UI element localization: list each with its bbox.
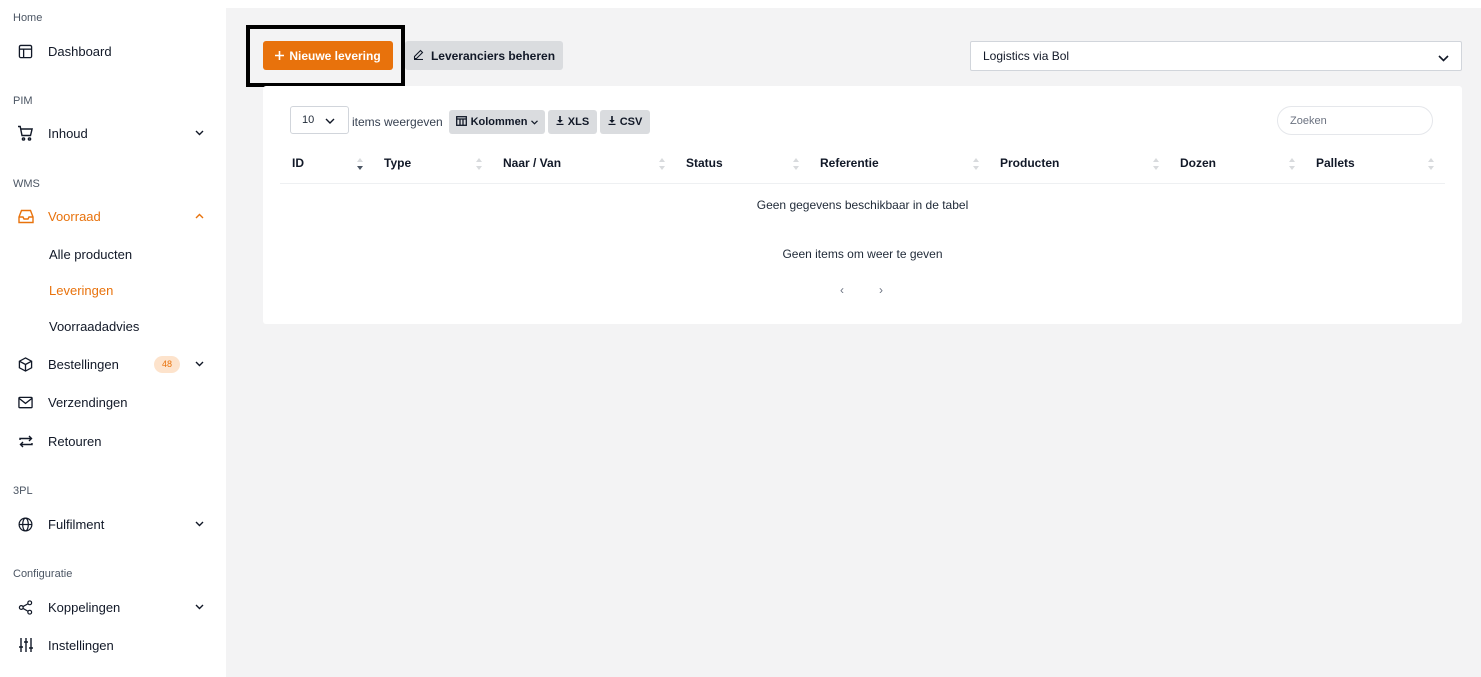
export-xls-button[interactable]: XLS — [548, 110, 597, 134]
chevron-down-icon[interactable] — [193, 601, 205, 613]
chevron-down-icon — [1438, 51, 1449, 65]
section-label-configuratie: Configuratie — [13, 568, 73, 580]
chevron-down-icon[interactable] — [193, 358, 205, 370]
sidebar-item-label: Verzendingen — [48, 394, 128, 410]
globe-icon — [17, 516, 34, 533]
download-icon — [608, 116, 616, 128]
sort-icon[interactable] — [475, 157, 483, 174]
box-icon — [17, 356, 34, 373]
column-header-referentie[interactable]: Referentie — [820, 156, 879, 170]
cart-icon — [17, 125, 34, 142]
column-header-pallets[interactable]: Pallets — [1316, 156, 1355, 170]
inbox-icon — [17, 208, 34, 225]
orders-count-badge: 48 — [154, 355, 180, 373]
section-label-home: Home — [13, 12, 43, 24]
sidebar-item-label: Dashboard — [48, 43, 112, 59]
manage-suppliers-label: Leveranciers beheren — [430, 48, 556, 63]
column-header-producten[interactable]: Producten — [1000, 156, 1059, 170]
xls-label: XLS — [567, 116, 590, 128]
plus-icon — [275, 49, 285, 63]
chevron-up-icon[interactable] — [193, 210, 205, 222]
csv-label: CSV — [619, 116, 643, 128]
page-size-value: 10 — [302, 114, 315, 126]
sidebar-item-fulfilment[interactable]: Fulfilment — [0, 509, 226, 539]
new-delivery-label: Nieuwe levering — [289, 48, 381, 63]
sidebar-item-inhoud[interactable]: Inhoud — [0, 118, 226, 148]
sort-desc-icon[interactable] — [356, 157, 364, 174]
sidebar-item-label: Inhoud — [48, 125, 88, 141]
sidebar-item-voorraad[interactable]: Voorraad — [0, 201, 226, 231]
sort-icon[interactable] — [1427, 157, 1435, 174]
page-size-select[interactable]: 10 — [290, 106, 349, 134]
section-label-pim: PIM — [13, 95, 33, 107]
sort-icon[interactable] — [792, 157, 800, 174]
chevron-down-icon — [531, 116, 539, 128]
sidebar-item-label: Instellingen — [48, 637, 114, 653]
column-header-status[interactable]: Status — [686, 156, 723, 170]
sidebar-item-label: Voorraad — [48, 208, 101, 224]
search-input[interactable] — [1277, 106, 1433, 135]
sort-icon[interactable] — [658, 157, 666, 174]
sidebar-item-dashboard[interactable]: Dashboard — [0, 36, 226, 66]
sidebar-item-label: Fulfilment — [48, 516, 105, 532]
channel-select-value: Logistics via Bol — [983, 49, 1070, 63]
sort-icon[interactable] — [1288, 157, 1296, 174]
mail-icon — [17, 394, 34, 411]
channel-select[interactable]: Logistics via Bol — [970, 41, 1462, 71]
table-columns-icon — [455, 115, 467, 129]
pagination-next-button[interactable]: › — [879, 283, 883, 297]
chevron-down-icon[interactable] — [193, 518, 205, 530]
sliders-icon — [17, 637, 34, 654]
section-label-3pl: 3PL — [13, 485, 33, 497]
sidebar-subitem-voorraadadvies[interactable]: Voorraadadvies — [49, 319, 139, 334]
manage-suppliers-button[interactable]: Leveranciers beheren — [405, 41, 563, 70]
repeat-icon — [17, 433, 34, 450]
sidebar-item-label: Bestellingen — [48, 356, 119, 372]
column-header-id[interactable]: ID — [292, 156, 304, 170]
export-csv-button[interactable]: CSV — [600, 110, 650, 134]
download-icon — [556, 116, 564, 128]
pencil-icon — [413, 49, 424, 63]
section-label-wms: WMS — [13, 178, 40, 190]
column-header-type[interactable]: Type — [384, 156, 411, 170]
layout-icon — [17, 43, 34, 60]
sidebar-item-bestellingen[interactable]: Bestellingen 48 — [0, 349, 226, 379]
sort-icon[interactable] — [972, 157, 980, 174]
chevron-down-icon[interactable] — [193, 127, 205, 139]
share-icon — [17, 599, 34, 616]
empty-items-message: Geen items om weer te geven — [782, 247, 943, 261]
column-header-naar-van[interactable]: Naar / Van — [503, 156, 561, 170]
empty-table-message: Geen gegevens beschikbaar in de tabel — [756, 198, 969, 212]
table-header-divider — [280, 183, 1445, 184]
sidebar-item-retouren[interactable]: Retouren — [0, 426, 226, 456]
columns-button[interactable]: Kolommen — [449, 110, 545, 134]
sidebar: Home Dashboard PIM Inhoud WMS Voorraad A… — [0, 0, 226, 677]
sidebar-subitem-leveringen[interactable]: Leveringen — [49, 283, 113, 298]
new-delivery-button[interactable]: Nieuwe levering — [263, 41, 393, 70]
sidebar-item-koppelingen[interactable]: Koppelingen — [0, 592, 226, 622]
chevron-down-icon — [325, 115, 335, 127]
items-per-page-label: items weergeven — [352, 115, 443, 129]
sidebar-item-label: Retouren — [48, 433, 102, 449]
sidebar-subitem-alle-producten[interactable]: Alle producten — [49, 247, 132, 262]
sidebar-item-verzendingen[interactable]: Verzendingen — [0, 387, 226, 417]
pagination-prev-button[interactable]: ‹ — [840, 283, 844, 297]
column-header-dozen[interactable]: Dozen — [1180, 156, 1216, 170]
sort-icon[interactable] — [1152, 157, 1160, 174]
sidebar-item-instellingen[interactable]: Instellingen — [0, 630, 226, 660]
sidebar-item-label: Koppelingen — [48, 599, 121, 615]
columns-label: Kolommen — [470, 116, 528, 128]
